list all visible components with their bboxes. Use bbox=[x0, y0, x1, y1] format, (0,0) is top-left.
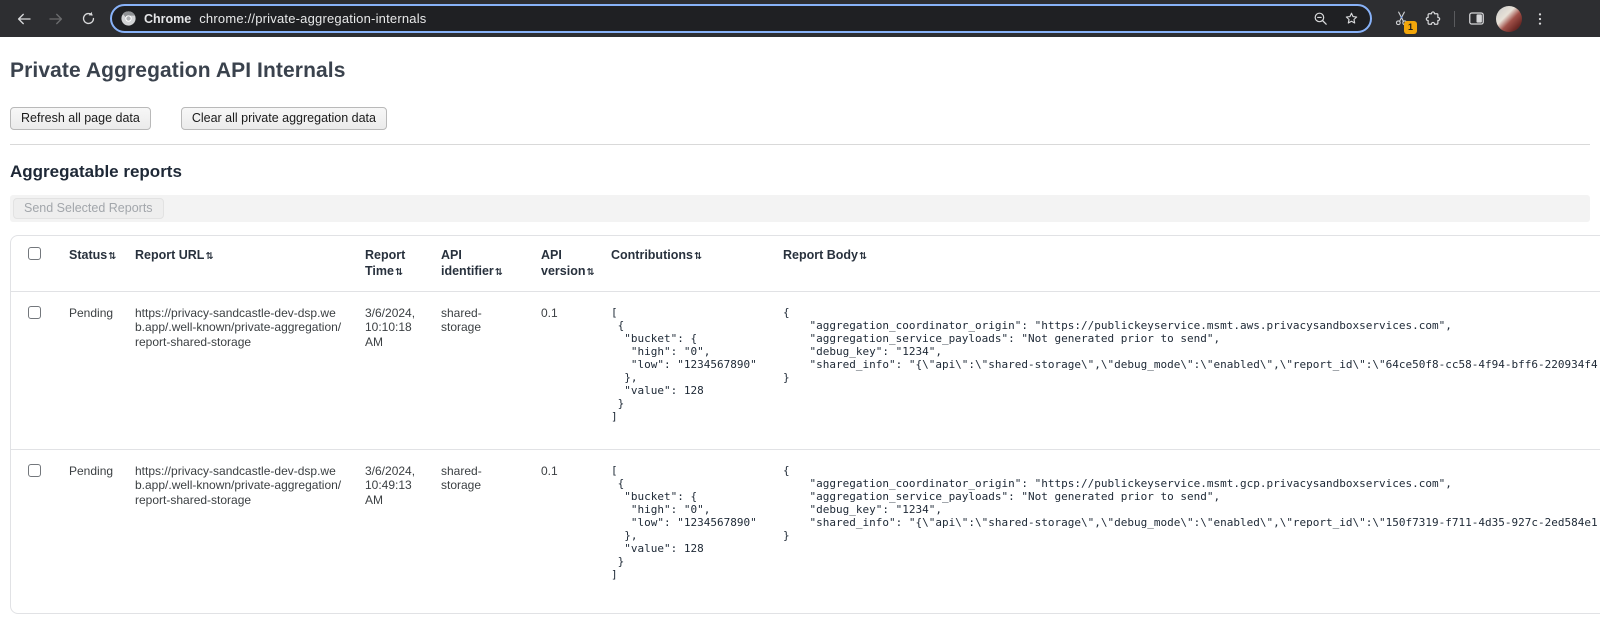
sort-icon: ⇅ bbox=[495, 267, 503, 278]
api-version-cell: 0.1 bbox=[531, 449, 601, 613]
row-checkbox[interactable] bbox=[28, 464, 41, 477]
header-api-identifier[interactable]: API identifier⇅ bbox=[431, 236, 531, 291]
back-button[interactable] bbox=[10, 5, 38, 33]
report-time-cell: 3/6/2024, 10:49:13 AM bbox=[355, 449, 431, 613]
header-report-url[interactable]: Report URL⇅ bbox=[125, 236, 355, 291]
chrome-chip: Chrome bbox=[120, 10, 191, 27]
section-divider bbox=[10, 144, 1590, 145]
page-title: Private Aggregation API Internals bbox=[10, 59, 1590, 83]
url-text[interactable]: chrome://private-aggregation-internals bbox=[199, 11, 1304, 26]
sort-icon: ⇅ bbox=[108, 251, 116, 262]
header-api-version[interactable]: API version⇅ bbox=[531, 236, 601, 291]
page-content: Private Aggregation API Internals Refres… bbox=[0, 59, 1600, 614]
reports-table: Status⇅ Report URL⇅ Report Time⇅ API ide… bbox=[10, 235, 1600, 614]
clear-all-button[interactable]: Clear all private aggregation data bbox=[181, 107, 387, 130]
sort-icon: ⇅ bbox=[586, 267, 594, 278]
status-cell: Pending bbox=[59, 449, 125, 613]
sort-icon: ⇅ bbox=[205, 251, 213, 262]
contributions-cell: [ { "bucket": { "high": "0", "low": "123… bbox=[601, 291, 773, 449]
report-time-cell: 3/6/2024, 10:10:18 AM bbox=[355, 291, 431, 449]
sort-icon: ⇅ bbox=[859, 251, 867, 262]
header-report-body[interactable]: Report Body⇅ bbox=[773, 236, 1600, 291]
sort-icon: ⇅ bbox=[694, 251, 702, 262]
report-body-cell: { "aggregation_coordinator_origin": "htt… bbox=[773, 291, 1600, 449]
chrome-logo-icon bbox=[120, 10, 137, 27]
chrome-chip-label: Chrome bbox=[144, 12, 191, 26]
api-identifier-cell: shared-storage bbox=[431, 449, 531, 613]
row-checkbox[interactable] bbox=[28, 306, 41, 319]
menu-dots-icon[interactable] bbox=[1532, 11, 1548, 27]
section-heading: Aggregatable reports bbox=[10, 162, 1590, 182]
table-row: Pending https://privacy-sandcastle-dev-d… bbox=[11, 449, 1600, 613]
reload-button[interactable] bbox=[74, 5, 102, 33]
report-body-cell: { "aggregation_coordinator_origin": "htt… bbox=[773, 449, 1600, 613]
profile-avatar[interactable] bbox=[1496, 6, 1522, 32]
browser-toolbar: Chrome chrome://private-aggregation-inte… bbox=[0, 0, 1600, 37]
sort-icon: ⇅ bbox=[395, 267, 403, 278]
report-url-cell: https://privacy-sandcastle-dev-dsp.web.a… bbox=[125, 291, 355, 449]
scissors-extension-button[interactable]: 1 bbox=[1388, 6, 1414, 32]
header-contributions[interactable]: Contributions⇅ bbox=[601, 236, 773, 291]
bookmark-star-icon[interactable] bbox=[1343, 10, 1360, 27]
header-status[interactable]: Status⇅ bbox=[59, 236, 125, 291]
refresh-all-button[interactable]: Refresh all page data bbox=[10, 107, 151, 130]
back-arrow-icon bbox=[15, 10, 33, 28]
table-row: Pending https://privacy-sandcastle-dev-d… bbox=[11, 291, 1600, 449]
side-panel-icon[interactable] bbox=[1467, 9, 1486, 28]
forward-button[interactable] bbox=[42, 5, 70, 33]
forward-arrow-icon bbox=[47, 10, 65, 28]
extensions-puzzle-icon[interactable] bbox=[1424, 10, 1442, 28]
status-cell: Pending bbox=[59, 291, 125, 449]
send-selected-reports-button[interactable]: Send Selected Reports bbox=[13, 198, 164, 219]
select-all-checkbox[interactable] bbox=[28, 247, 41, 260]
send-reports-toolbar: Send Selected Reports bbox=[10, 195, 1590, 222]
report-url-cell: https://privacy-sandcastle-dev-dsp.web.a… bbox=[125, 449, 355, 613]
zoom-icon[interactable] bbox=[1312, 10, 1329, 27]
url-bar[interactable]: Chrome chrome://private-aggregation-inte… bbox=[110, 4, 1372, 33]
table-header-row: Status⇅ Report URL⇅ Report Time⇅ API ide… bbox=[11, 236, 1600, 291]
header-report-time[interactable]: Report Time⇅ bbox=[355, 236, 431, 291]
contributions-cell: [ { "bucket": { "high": "0", "low": "123… bbox=[601, 449, 773, 613]
extension-badge: 1 bbox=[1404, 21, 1417, 34]
api-identifier-cell: shared-storage bbox=[431, 291, 531, 449]
api-version-cell: 0.1 bbox=[531, 291, 601, 449]
toolbar-divider bbox=[1454, 11, 1455, 27]
reload-icon bbox=[80, 10, 97, 27]
